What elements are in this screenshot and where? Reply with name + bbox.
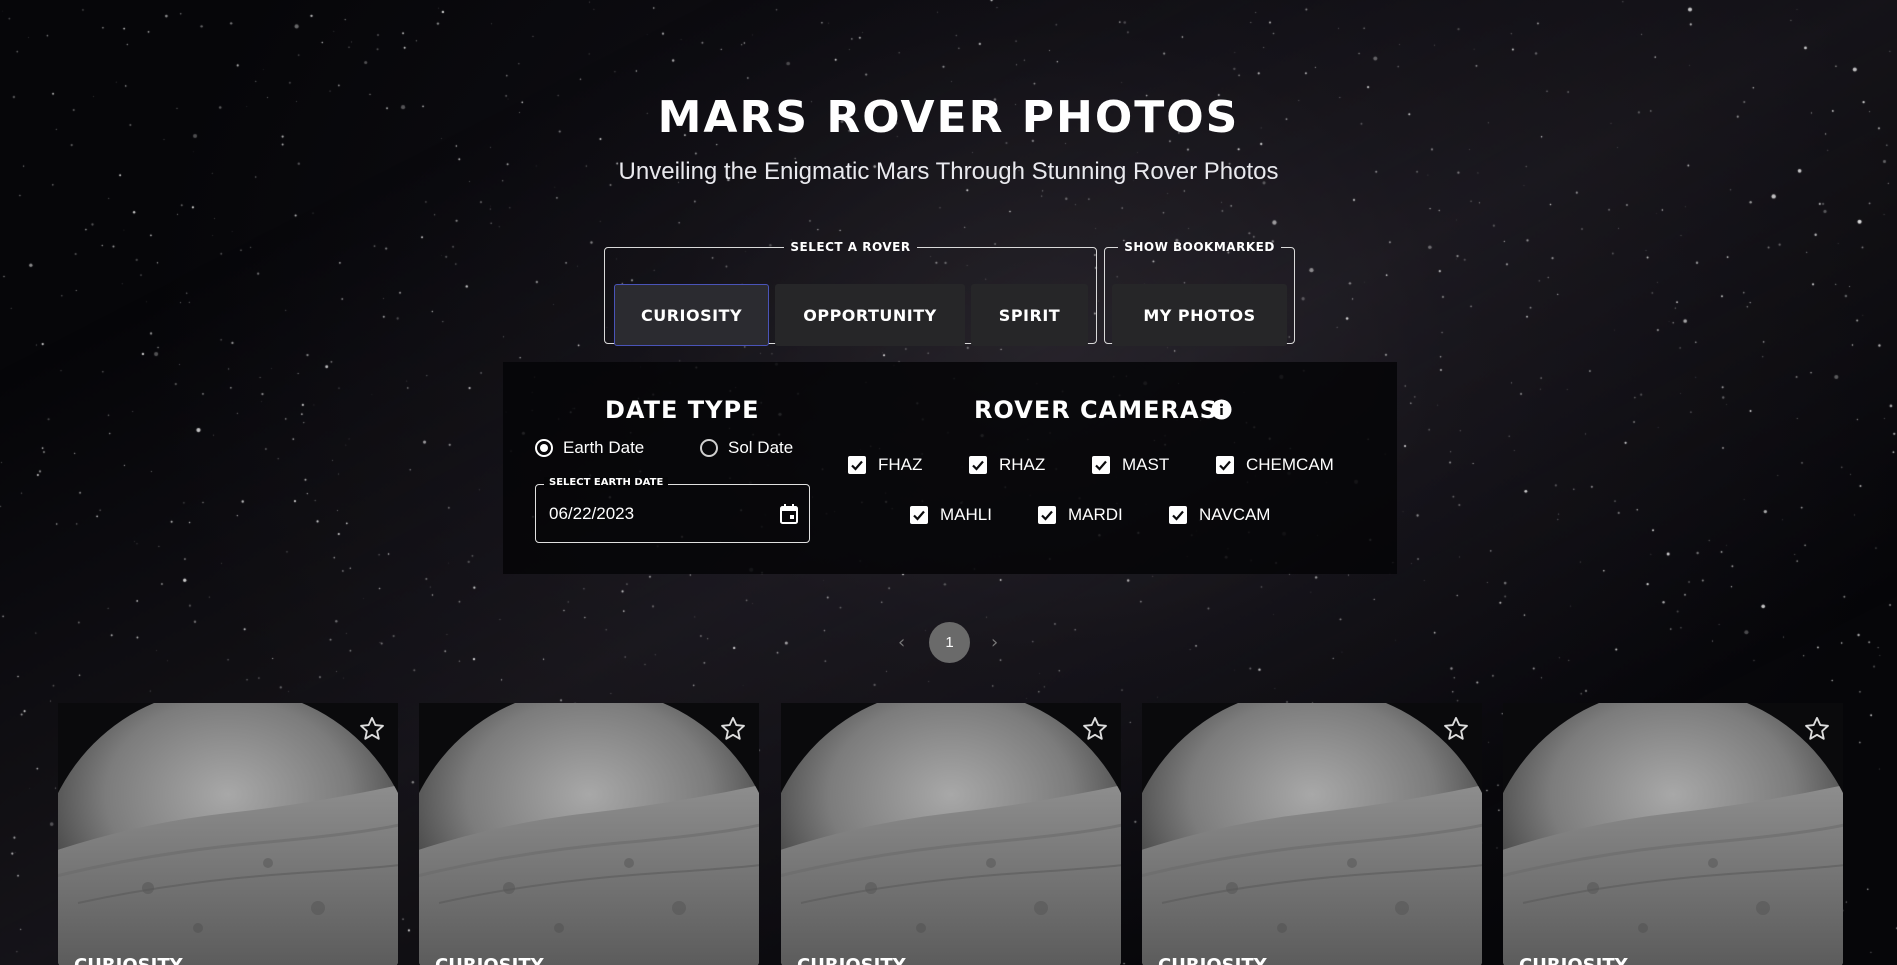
checkbox-checked-icon [1038,506,1056,524]
photo-rover-name: Curiosity [797,955,906,965]
radio-earth-date[interactable]: Earth Date [535,438,644,458]
photo-rover-name: Curiosity [1519,955,1628,965]
camera-checkbox-mast[interactable]: MAST [1092,455,1169,475]
rover-select-legend: Select a Rover [790,240,911,254]
photo-card[interactable]: Curiosity [1142,703,1482,965]
my-photos-button[interactable]: My Photos [1112,284,1287,346]
camera-label: MAHLI [940,505,992,524]
rover-photo [1142,703,1482,965]
info-icon[interactable] [1211,399,1232,420]
camera-checkbox-chemcam[interactable]: CHEMCAM [1216,455,1334,475]
camera-label: MARDI [1068,505,1123,524]
bookmark-star-icon[interactable] [1081,715,1109,743]
rover-button-opportunity[interactable]: Opportunity [775,284,965,346]
checkbox-checked-icon [1092,456,1110,474]
checkbox-checked-icon [910,506,928,524]
bookmark-star-icon[interactable] [1442,715,1470,743]
camera-label: RHAZ [999,455,1046,474]
bookmark-star-icon[interactable] [719,715,747,743]
rover-photo [1503,703,1843,965]
radio-sol-date[interactable]: Sol Date [700,438,793,458]
bookmarks-legend: Show Bookmarked [1124,240,1275,254]
photo-card[interactable]: Curiosity [781,703,1121,965]
bookmark-star-icon[interactable] [358,715,386,743]
pagination-page-1[interactable]: 1 [929,622,970,663]
camera-checkbox-rhaz[interactable]: RHAZ [969,455,1045,475]
camera-label: FHAZ [878,455,923,474]
camera-checkbox-mahli[interactable]: MAHLI [910,505,992,525]
camera-label: CHEMCAM [1246,455,1334,474]
rover-button-curiosity[interactable]: Curiosity [614,284,769,346]
chevron-right-icon: › [991,632,999,653]
checkbox-checked-icon [848,456,866,474]
camera-label: MAST [1122,455,1170,474]
checkbox-checked-icon [1169,506,1187,524]
earth-date-field[interactable]: Select Earth Date 06/22/2023 [535,477,810,543]
date-type-title: Date Type [605,396,760,424]
bookmarks-group: Show Bookmarked My Photos [1104,240,1295,346]
rover-photo [781,703,1121,965]
photo-rover-name: Curiosity [435,955,544,965]
bookmark-star-icon[interactable] [1803,715,1831,743]
pagination-prev-button[interactable]: ‹ [898,632,905,653]
photo-card[interactable]: Curiosity [58,703,398,965]
rover-cameras-title: Rover Cameras [974,396,1218,424]
radio-earth-date-indicator [535,439,553,457]
page-title: Mars Rover Photos [657,92,1240,143]
camera-checkbox-fhaz[interactable]: FHAZ [848,455,922,475]
page-subtitle: Unveiling the Enigmatic Mars Through Stu… [618,158,1279,185]
radio-sol-date-label: Sol Date [728,438,794,457]
rover-photo [419,703,759,965]
camera-checkbox-mardi[interactable]: MARDI [1038,505,1123,525]
earth-date-value: 06/22/2023 [549,504,635,523]
radio-earth-date-label: Earth Date [563,438,645,457]
rover-cameras-title-text: Rover Cameras [974,396,1218,424]
camera-label: NAVCAM [1199,505,1271,524]
rover-select-group: Select a Rover Curiosity Opportunity Spi… [604,240,1097,346]
photo-card[interactable]: Curiosity [419,703,759,965]
photo-rover-name: Curiosity [74,955,183,965]
photo-card[interactable]: Curiosity [1503,703,1843,965]
calendar-icon[interactable] [779,503,799,525]
checkbox-checked-icon [1216,456,1234,474]
pagination-next-button[interactable]: › [991,632,998,653]
rover-button-spirit[interactable]: Spirit [971,284,1088,346]
rover-photo [58,703,398,965]
photo-rover-name: Curiosity [1158,955,1267,965]
camera-checkbox-navcam[interactable]: NAVCAM [1169,505,1270,525]
earth-date-field-label: Select Earth Date [544,477,669,488]
checkbox-checked-icon [969,456,987,474]
chevron-left-icon: ‹ [898,632,906,653]
radio-sol-date-indicator [700,439,718,457]
